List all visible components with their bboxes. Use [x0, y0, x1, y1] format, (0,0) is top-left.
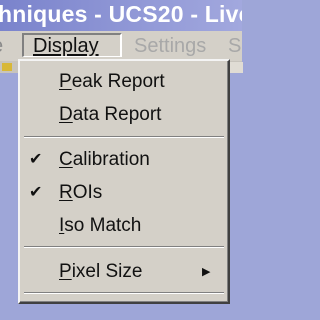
menu-item-data-report[interactable]: Data Report [20, 100, 228, 130]
menu-item-label: Calibration [59, 149, 150, 170]
menu-separator [24, 136, 224, 138]
menu-bar: e Display Settings S [0, 31, 242, 61]
menu-item-calibration[interactable]: ✔ Calibration [20, 145, 228, 175]
toolbar-folder-icon[interactable] [2, 63, 12, 71]
menubar-item-display[interactable]: Display [22, 33, 122, 57]
menu-item-iso-match[interactable]: Iso Match [20, 211, 228, 241]
menu-separator [24, 246, 224, 248]
menu-item-pixel-size[interactable]: Pixel Size ▶ [20, 257, 228, 287]
menubar-display-label: Display [33, 35, 99, 57]
menu-item-label: ROIs [59, 182, 103, 203]
submenu-arrow-icon: ▶ [202, 266, 211, 278]
checkmark-icon: ✔ [29, 151, 43, 168]
checkmark-icon: ✔ [29, 184, 43, 201]
menu-item-rois[interactable]: ✔ ROIs [20, 178, 228, 208]
menu-separator [24, 292, 224, 294]
window-title: hniques - UCS20 - Live [0, 1, 242, 27]
menubar-item-settings[interactable]: Settings [134, 35, 206, 57]
menu-item-peak-report[interactable]: Peak Report [20, 67, 228, 97]
title-bar[interactable]: hniques - UCS20 - Live [0, 0, 242, 31]
menubar-item-next[interactable]: S [228, 35, 241, 57]
menu-item-label: Data Report [59, 104, 162, 125]
menubar-item-previous[interactable]: e [0, 35, 3, 57]
menu-item-label: Peak Report [59, 71, 165, 92]
display-menu: Peak Report Data Report ✔ Calibration ✔ … [18, 59, 230, 304]
menu-item-label: Pixel Size [59, 261, 143, 282]
menu-item-label: Iso Match [59, 215, 142, 236]
